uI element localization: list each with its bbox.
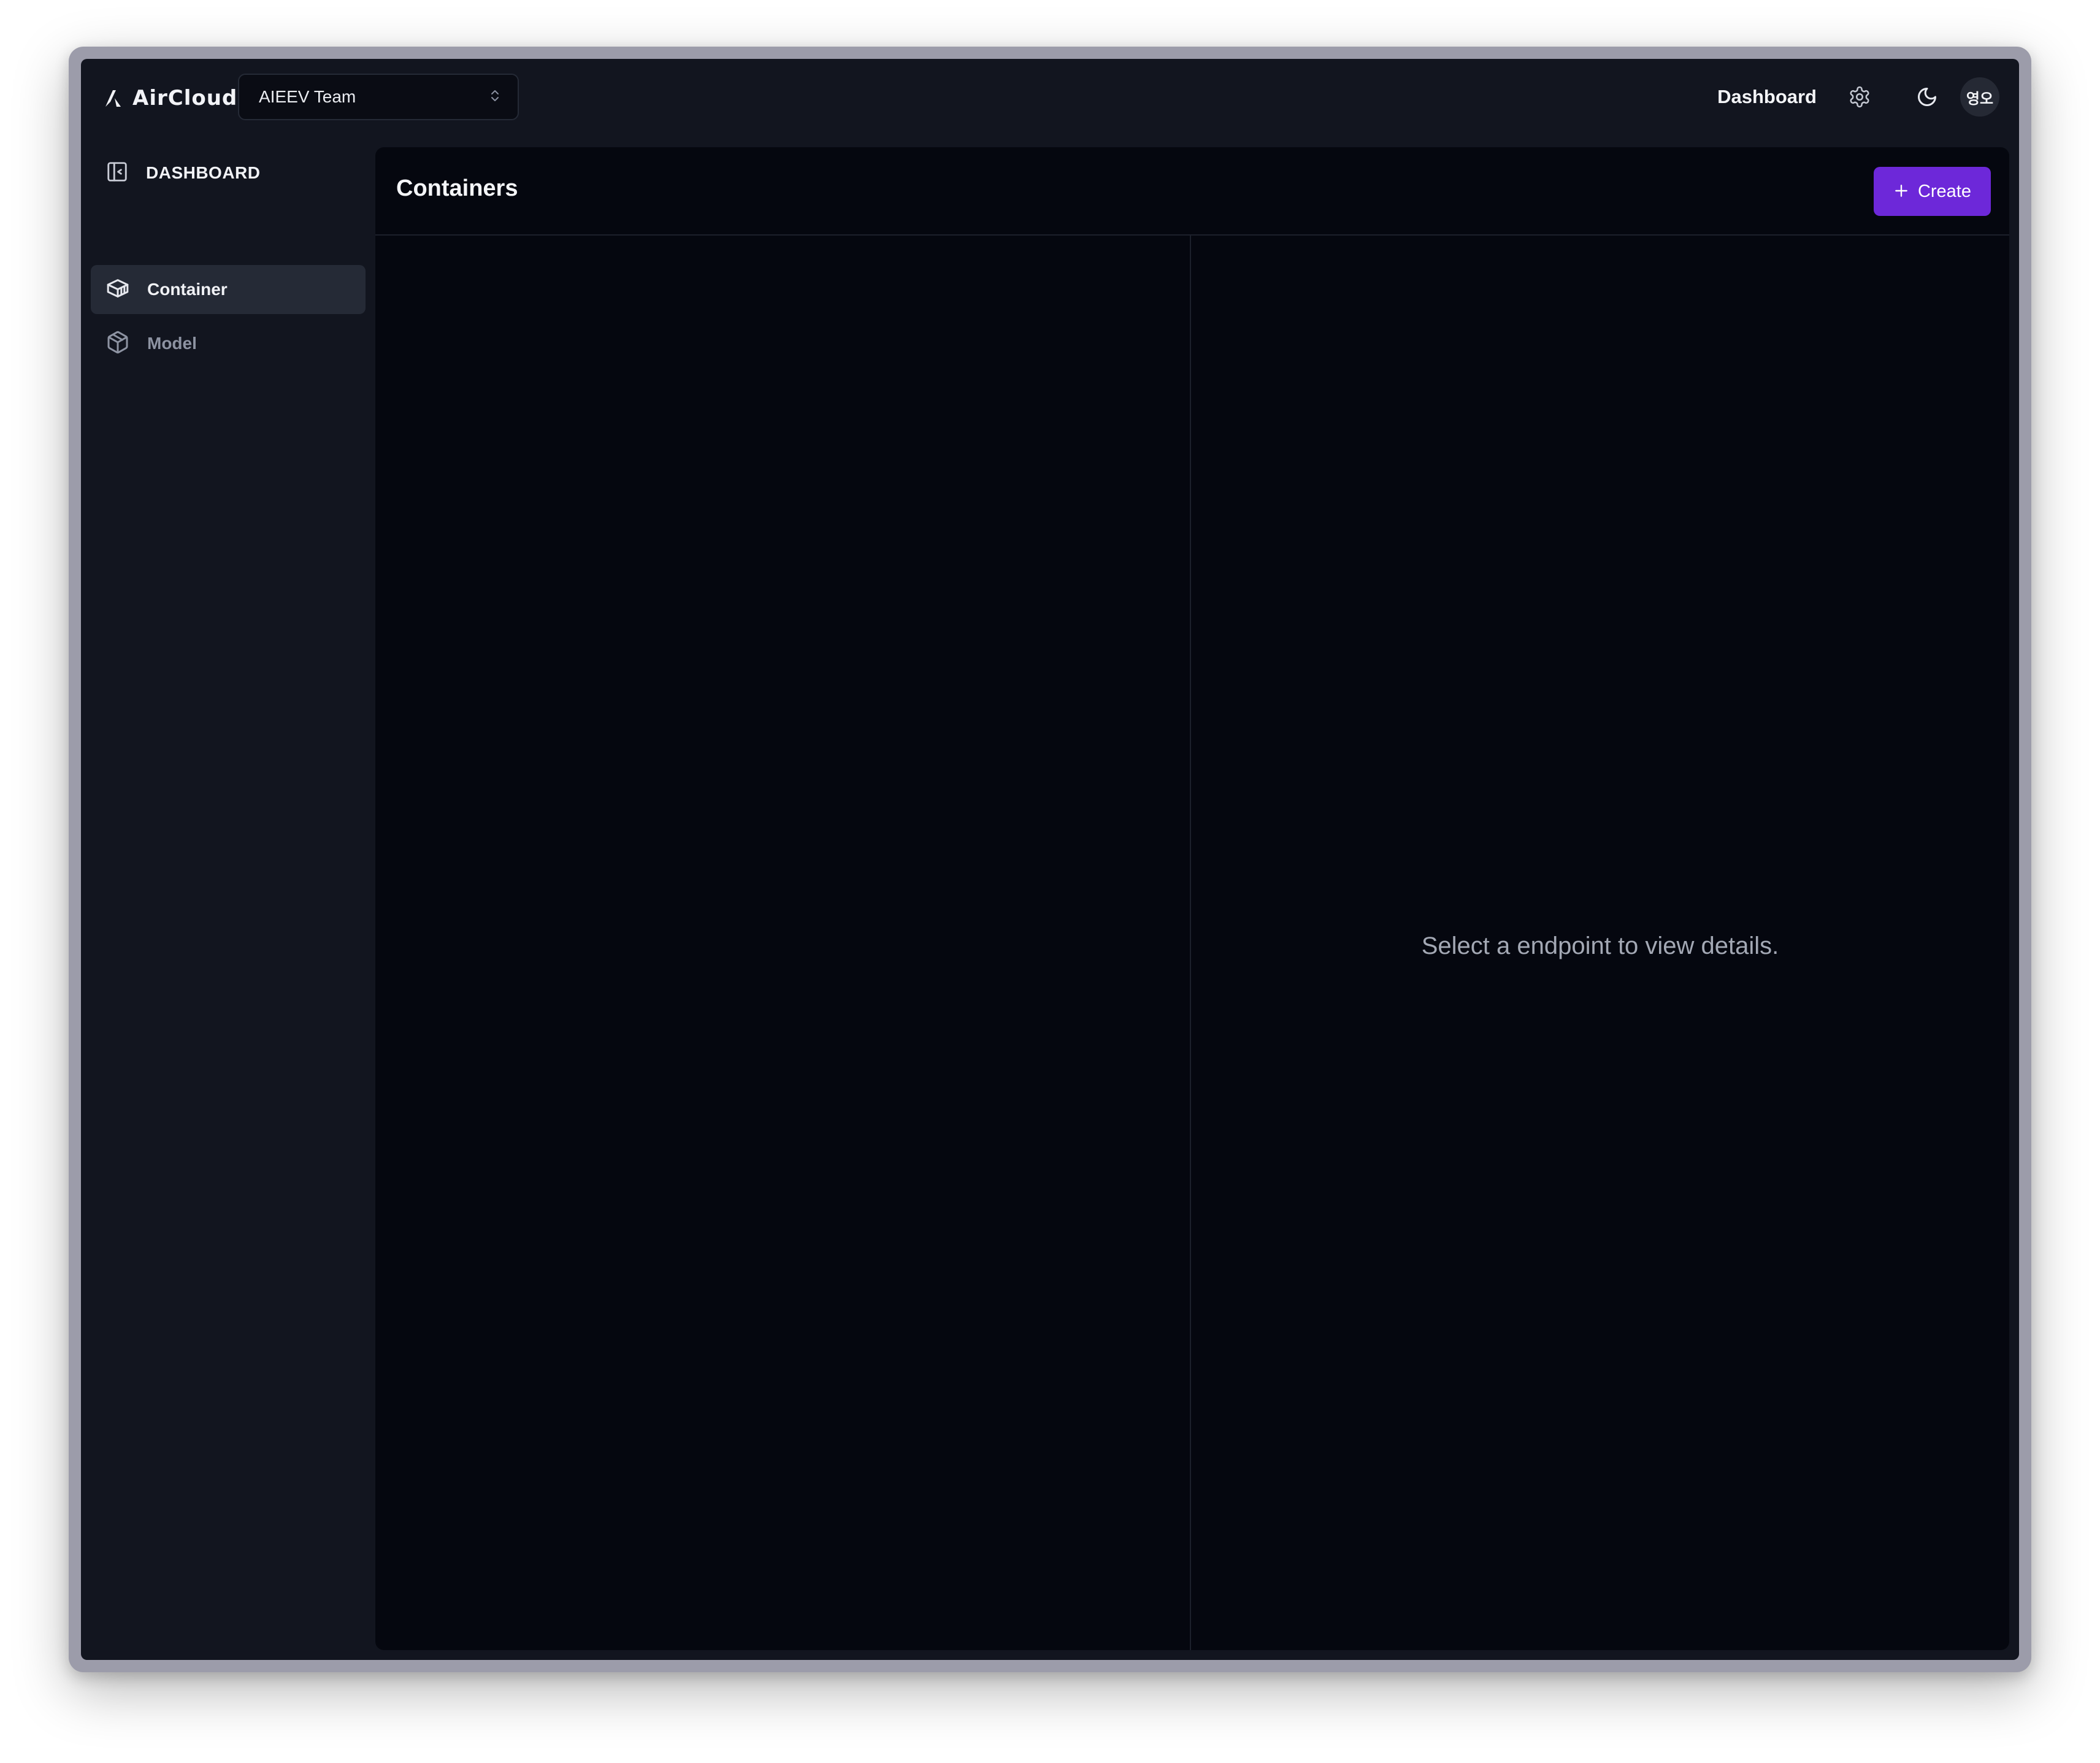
main-header: Containers Create [375, 147, 2009, 236]
aircloud-logo[interactable]: AirCloud [104, 86, 237, 110]
containers-list-pane [375, 236, 1191, 1650]
dashboard-link[interactable]: Dashboard [1717, 86, 1817, 108]
chevron-up-down-icon [491, 88, 499, 106]
page-title: Containers [396, 175, 518, 201]
container-box-icon [105, 276, 130, 304]
header-actions: Dashboard 영오 [1717, 75, 1999, 119]
sidebar-item-container[interactable]: Container [91, 265, 366, 314]
sidebar-heading-label: DASHBOARD [146, 163, 261, 182]
sidebar: DASHBOARD Container Model [81, 135, 375, 1660]
top-header: AirCloud AIEEV Team Dashboard 영오 [81, 59, 2019, 135]
sidebar-item-label: Model [147, 334, 197, 353]
settings-gear-icon[interactable] [1841, 79, 1878, 115]
sidebar-item-label: Container [147, 280, 228, 299]
sidebar-item-model[interactable]: Model [91, 319, 366, 368]
team-select-value: AIEEV Team [259, 87, 356, 106]
plus-icon [1893, 180, 1909, 203]
cube-icon [105, 330, 130, 358]
dark-mode-moon-icon[interactable] [1909, 79, 1945, 115]
create-button[interactable]: Create [1873, 167, 1991, 216]
team-select[interactable]: AIEEV Team [238, 74, 519, 120]
user-avatar[interactable]: 영오 [1960, 77, 1999, 117]
aircloud-logo-icon [105, 90, 121, 107]
endpoint-detail-pane: Select a endpoint to view details. [1191, 236, 2009, 1650]
app-window: AirCloud AIEEV Team Dashboard 영오 DASHBOA… [81, 59, 2019, 1660]
panel-collapse-icon[interactable] [105, 160, 129, 186]
empty-state-message: Select a endpoint to view details. [1421, 932, 1779, 959]
create-button-label: Create [1917, 181, 1971, 201]
logo-text: AirCloud [132, 86, 238, 110]
main-panel: Containers Create Select a endpoint to v… [375, 147, 2009, 1650]
sidebar-heading-dashboard[interactable]: DASHBOARD [105, 158, 261, 188]
